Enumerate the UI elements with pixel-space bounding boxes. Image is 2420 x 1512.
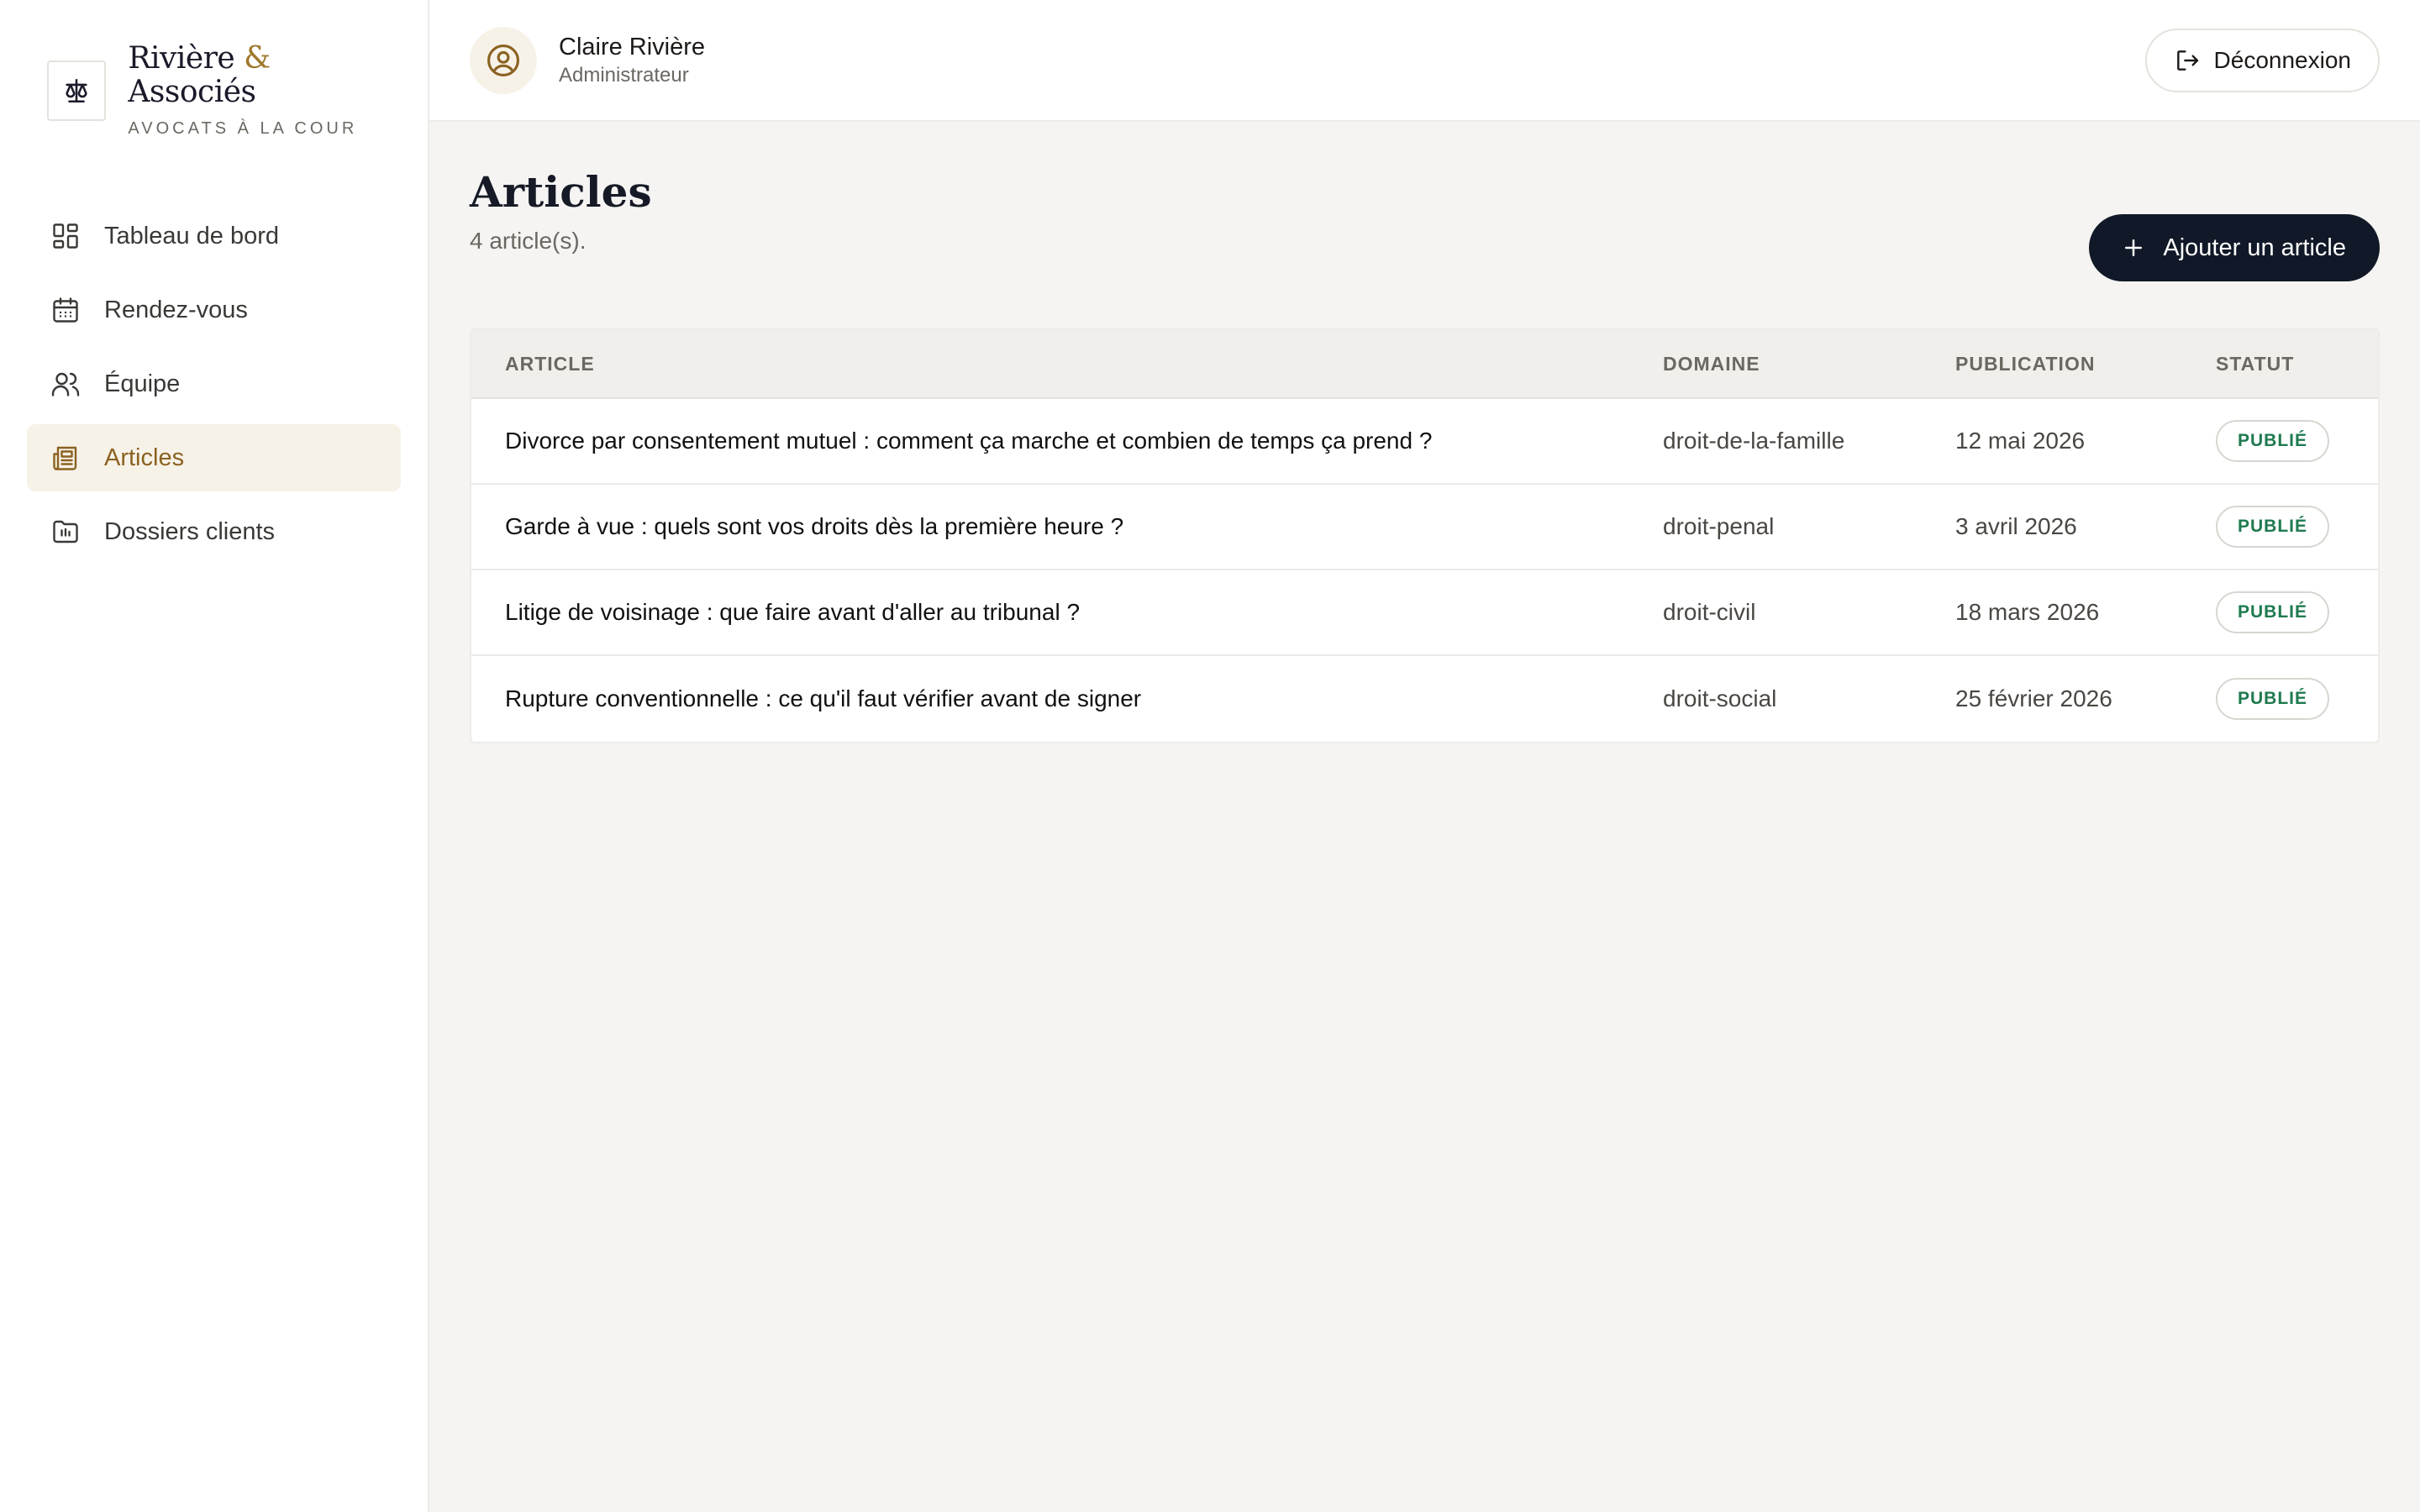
add-article-button[interactable]: Ajouter un article (2089, 214, 2380, 281)
article-domain: droit-penal (1663, 513, 1775, 539)
newspaper-icon (50, 443, 81, 473)
table-row[interactable]: Divorce par consentement mutuel : commen… (471, 399, 2378, 485)
articles-table: ARTICLE DOMAINE PUBLICATION STATUT Divor… (470, 328, 2380, 743)
logout-icon (2174, 47, 2201, 74)
brand-name: Rivière & Associés (128, 41, 271, 109)
calendar-icon (50, 295, 81, 325)
article-title[interactable]: Divorce par consentement mutuel : commen… (471, 428, 1663, 454)
page-title: Articles (470, 167, 652, 217)
table-row[interactable]: Litige de voisinage : que faire avant d'… (471, 570, 2378, 656)
sidebar: Rivière & Associés AVOCATS À LA COUR Tab… (0, 0, 429, 1512)
sidebar-item-label: Dossiers clients (104, 517, 276, 545)
article-domain: droit-civil (1663, 599, 1756, 625)
table-row[interactable]: Garde à vue : quels sont vos droits dès … (471, 485, 2378, 570)
user-name: Claire Rivière (559, 33, 706, 60)
sidebar-item-label: Équipe (104, 370, 181, 397)
status-badge: PUBLIÉ (2216, 420, 2330, 462)
article-title[interactable]: Rupture conventionnelle : ce qu'il faut … (471, 685, 1663, 712)
logout-label: Déconnexion (2213, 46, 2351, 73)
plus-icon (2121, 235, 2146, 260)
sidebar-nav: Tableau de bord Rendez-vous Équipe Artic… (27, 202, 401, 565)
add-article-label: Ajouter un article (2163, 234, 2346, 261)
status-badge: PUBLIÉ (2216, 506, 2330, 548)
user-role: Administrateur (559, 63, 689, 87)
sidebar-item-label: Rendez-vous (104, 296, 248, 323)
app: Rivière & Associés AVOCATS À LA COUR Tab… (0, 0, 2420, 1512)
sidebar-item-rendez-vous[interactable]: Rendez-vous (27, 276, 401, 344)
column-header-statut[interactable]: STATUT (2216, 353, 2378, 375)
sidebar-item-label: Tableau de bord (104, 222, 279, 249)
article-title[interactable]: Garde à vue : quels sont vos droits dès … (471, 513, 1663, 540)
sidebar-item-label: Articles (104, 444, 185, 471)
brand-subtitle: AVOCATS À LA COUR (128, 119, 358, 138)
article-date: 3 avril 2026 (1955, 513, 2077, 539)
column-header-article[interactable]: ARTICLE (471, 353, 1663, 375)
folder-icon (50, 517, 81, 547)
article-date: 18 mars 2026 (1955, 599, 2100, 625)
status-badge: PUBLIÉ (2216, 591, 2330, 633)
users-icon (50, 369, 81, 399)
column-header-domaine[interactable]: DOMAINE (1663, 353, 1955, 375)
sidebar-item-articles[interactable]: Articles (27, 424, 401, 491)
scales-icon (47, 60, 107, 121)
status-badge: PUBLIÉ (2216, 678, 2330, 720)
dashboard-icon (50, 221, 81, 251)
logout-button[interactable]: Déconnexion (2144, 28, 2380, 92)
article-title[interactable]: Litige de voisinage : que faire avant d'… (471, 599, 1663, 626)
column-header-publication[interactable]: PUBLICATION (1955, 353, 2216, 375)
article-domain: droit-social (1663, 685, 1777, 711)
article-domain: droit-de-la-famille (1663, 428, 1845, 454)
sidebar-item-dossiers-clients[interactable]: Dossiers clients (27, 498, 401, 565)
table-header: ARTICLE DOMAINE PUBLICATION STATUT (471, 330, 2378, 399)
table-row[interactable]: Rupture conventionnelle : ce qu'il faut … (471, 656, 2378, 742)
page-header: Articles 4 article(s). Ajouter un articl… (470, 162, 2380, 281)
article-date: 12 mai 2026 (1955, 428, 2086, 454)
article-count: 4 article(s). (470, 228, 587, 254)
main: Claire Rivière Administrateur Déconnexio… (429, 0, 2420, 1512)
user-profile[interactable]: Claire Rivière Administrateur (470, 26, 706, 94)
topbar: Claire Rivière Administrateur Déconnexio… (429, 0, 2420, 122)
sidebar-item-equipe[interactable]: Équipe (27, 350, 401, 417)
content: Articles 4 article(s). Ajouter un articl… (429, 122, 2420, 743)
article-date: 25 février 2026 (1955, 685, 2112, 711)
user-circle-icon (470, 26, 537, 94)
brand[interactable]: Rivière & Associés AVOCATS À LA COUR (47, 42, 401, 139)
sidebar-item-tableau-de-bord[interactable]: Tableau de bord (27, 202, 401, 270)
